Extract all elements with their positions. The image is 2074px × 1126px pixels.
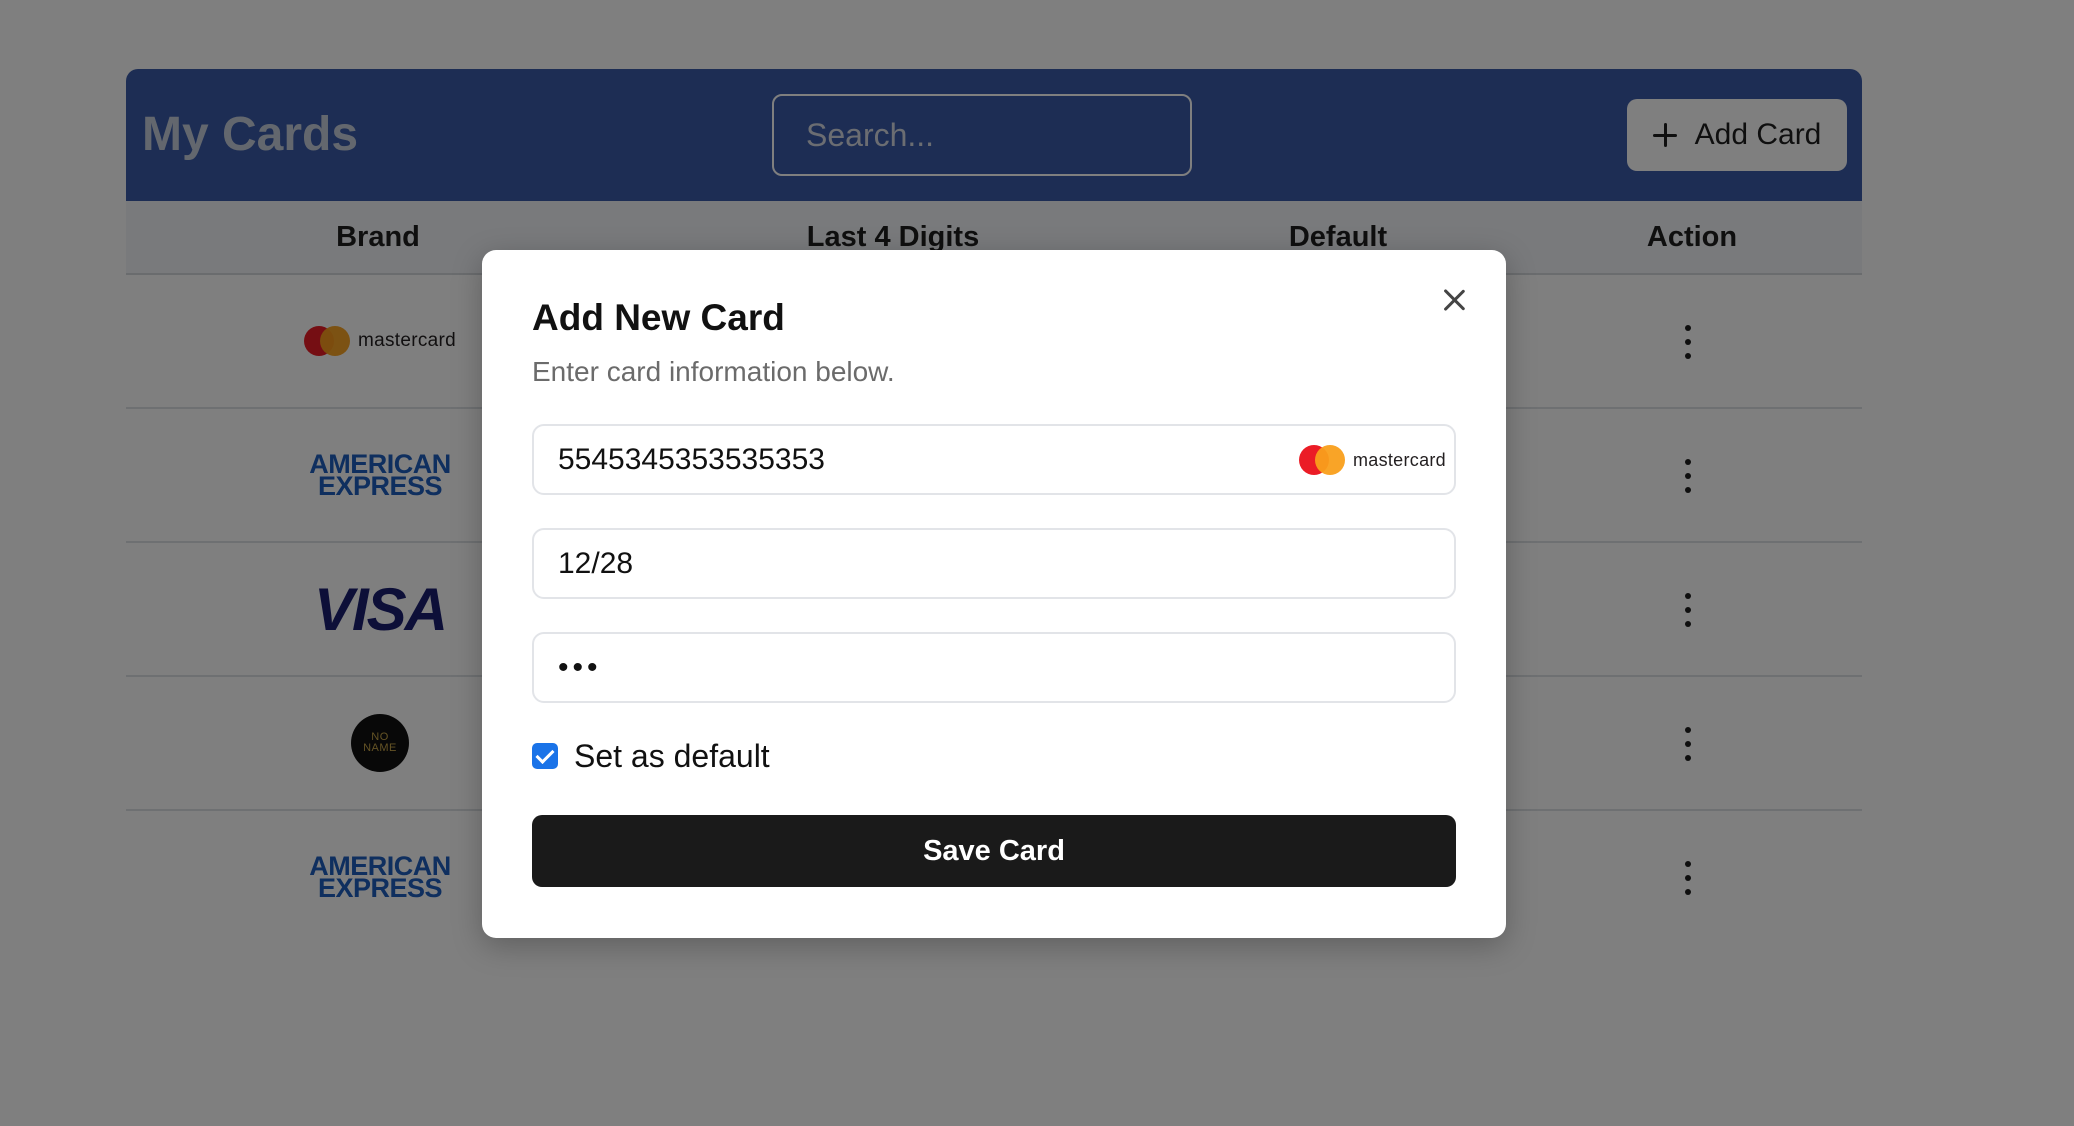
close-icon[interactable] — [1440, 286, 1468, 314]
dialog-subtitle: Enter card information below. — [532, 356, 895, 387]
save-card-button[interactable]: Save Card — [532, 815, 1456, 887]
card-number-value: 5545345353535353 — [558, 443, 825, 476]
set-default-label[interactable]: Set as default — [574, 738, 770, 775]
card-brand-text: mastercard — [1352, 449, 1446, 470]
expiry-field[interactable]: 12/28 — [532, 528, 1456, 599]
add-card-dialog: Add New Card Enter card information belo… — [482, 250, 1506, 938]
expiry-value: 12/28 — [558, 547, 634, 580]
card-number-field[interactable]: 5545345353535353 mastercard — [532, 424, 1456, 495]
set-default-checkbox[interactable] — [532, 743, 558, 769]
check-icon — [535, 744, 555, 765]
cvv-value: ••• — [558, 651, 602, 684]
set-default-option[interactable]: Set as default — [532, 736, 770, 776]
mastercard-logo: mastercard — [1298, 445, 1446, 475]
dialog-title: Add New Card — [532, 297, 785, 338]
cvv-field[interactable]: ••• — [532, 632, 1456, 703]
